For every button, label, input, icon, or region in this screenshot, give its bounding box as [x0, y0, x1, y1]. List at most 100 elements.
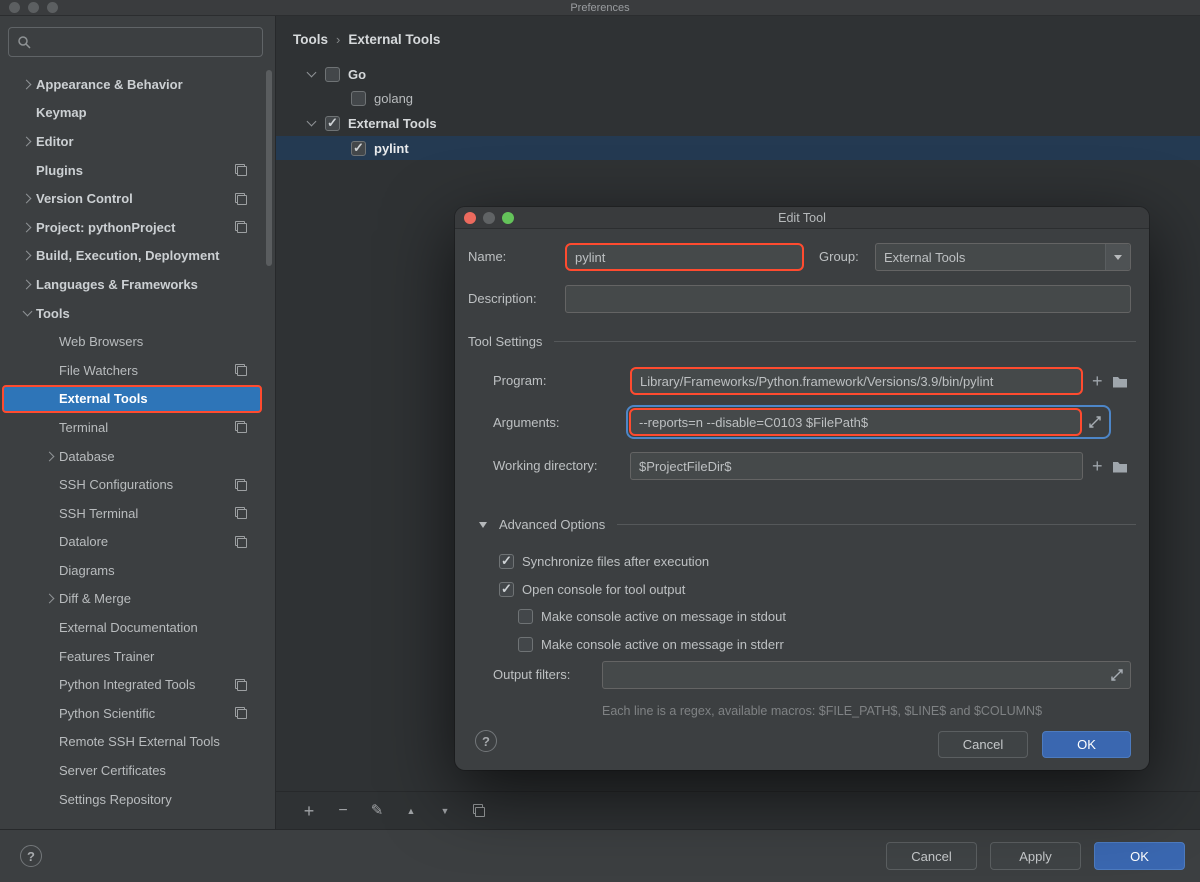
- copy-icon[interactable]: [472, 804, 486, 817]
- tree-row-label: pylint: [374, 140, 409, 156]
- close-icon[interactable]: [9, 2, 20, 13]
- checkbox[interactable]: [351, 140, 366, 156]
- checkbox[interactable]: [518, 608, 533, 624]
- output-filters-hint: Each line is a regex, available macros: …: [602, 704, 1043, 718]
- option-open-console-for-tool-output[interactable]: Open console for tool output: [499, 579, 685, 599]
- sidebar-item-diagrams[interactable]: Diagrams: [2, 556, 262, 585]
- sidebar-item-python-scientific[interactable]: Python Scientific: [2, 699, 262, 728]
- help-button[interactable]: ?: [20, 845, 42, 867]
- cancel-button[interactable]: Cancel: [886, 842, 977, 870]
- advanced-options-section[interactable]: Advanced Options: [479, 517, 1136, 532]
- edit-icon[interactable]: ✎: [370, 803, 384, 818]
- chevron-right-icon[interactable]: [18, 192, 36, 206]
- insert-macro-icon[interactable]: +: [1092, 457, 1103, 475]
- sidebar-item-server-certificates[interactable]: Server Certificates: [2, 756, 262, 785]
- working-directory-input[interactable]: [630, 452, 1083, 480]
- dialog-cancel-button[interactable]: Cancel: [938, 731, 1028, 758]
- sidebar-item-project-pythonproject[interactable]: Project: pythonProject: [2, 213, 262, 242]
- tree-row-external-tools[interactable]: External Tools: [276, 111, 1200, 136]
- sidebar-nav: Appearance & Behavior Keymap Editor Plugins…: [0, 70, 275, 813]
- settings-search-input[interactable]: [8, 27, 263, 57]
- option-make-console-active-on-message-in-stdout[interactable]: Make console active on message in stdout: [518, 606, 786, 626]
- checkbox[interactable]: [499, 553, 514, 569]
- chevron-down-icon[interactable]: [302, 67, 320, 81]
- ok-button[interactable]: OK: [1094, 842, 1185, 870]
- sidebar-scrollbar[interactable]: [266, 70, 272, 266]
- chevron-right-icon[interactable]: [18, 220, 36, 234]
- sidebar-item-python-integrated-tools[interactable]: Python Integrated Tools: [2, 670, 262, 699]
- remove-icon[interactable]: −: [336, 802, 350, 818]
- dialog-help-button[interactable]: ?: [475, 730, 497, 752]
- option-label: Synchronize files after execution: [522, 553, 710, 569]
- chevron-right-icon[interactable]: [18, 77, 36, 91]
- apply-button[interactable]: Apply: [990, 842, 1081, 870]
- sidebar-item-appearance-behavior[interactable]: Appearance & Behavior: [2, 70, 262, 99]
- program-input[interactable]: [630, 367, 1083, 395]
- sidebar-item-build-execution-deployment[interactable]: Build, Execution, Deployment: [2, 242, 262, 271]
- zoom-icon[interactable]: [47, 2, 58, 13]
- sidebar-item-datalore[interactable]: Datalore: [2, 528, 262, 557]
- chevron-down-icon[interactable]: [18, 306, 36, 320]
- move-up-icon[interactable]: ▲: [404, 804, 418, 818]
- sidebar-item-keymap[interactable]: Keymap: [2, 99, 262, 128]
- breadcrumb-external-tools[interactable]: External Tools: [348, 32, 440, 47]
- chevron-down-icon[interactable]: [1105, 244, 1130, 270]
- chevron-right-icon[interactable]: [41, 592, 59, 606]
- expand-output-filters-icon[interactable]: [1110, 668, 1124, 682]
- sidebar-item-ssh-configurations[interactable]: SSH Configurations: [2, 470, 262, 499]
- sidebar-item-features-trainer[interactable]: Features Trainer: [2, 642, 262, 671]
- sidebar-item-external-tools[interactable]: External Tools: [2, 384, 262, 414]
- checkbox[interactable]: [325, 66, 340, 82]
- sidebar-item-label: Languages & Frameworks: [36, 276, 198, 292]
- checkbox[interactable]: [499, 581, 514, 597]
- option-synchronize-files-after-execution[interactable]: Synchronize files after execution: [499, 551, 709, 571]
- browse-folder-icon[interactable]: [1112, 375, 1128, 388]
- sidebar-item-settings-repository[interactable]: Settings Repository: [2, 785, 262, 814]
- chevron-right-icon[interactable]: [18, 249, 36, 263]
- sidebar-item-web-browsers[interactable]: Web Browsers: [2, 327, 262, 356]
- sidebar-item-terminal[interactable]: Terminal: [2, 413, 262, 442]
- dialog-close-icon[interactable]: [464, 211, 476, 224]
- sidebar-item-diff-merge[interactable]: Diff & Merge: [2, 585, 262, 614]
- sidebar-item-version-control[interactable]: Version Control: [2, 184, 262, 213]
- dialog-ok-button[interactable]: OK: [1042, 731, 1131, 758]
- sidebar-item-editor[interactable]: Editor: [2, 127, 262, 156]
- output-filters-input[interactable]: [602, 661, 1131, 689]
- sidebar-item-tools[interactable]: Tools: [2, 299, 262, 328]
- tree-row-go[interactable]: Go: [276, 62, 1200, 87]
- minimize-icon[interactable]: [28, 2, 39, 13]
- tree-row-pylint[interactable]: pylint: [276, 135, 1200, 161]
- sidebar-item-ssh-terminal[interactable]: SSH Terminal: [2, 499, 262, 528]
- dialog-zoom-icon[interactable]: [502, 211, 514, 224]
- group-select[interactable]: External Tools: [875, 243, 1131, 271]
- arguments-input[interactable]: [629, 408, 1082, 436]
- expand-arguments-icon[interactable]: [1082, 415, 1108, 429]
- description-input[interactable]: [565, 285, 1131, 313]
- move-down-icon[interactable]: ▼: [438, 804, 452, 818]
- checkbox[interactable]: [351, 91, 366, 107]
- checkbox[interactable]: [325, 115, 340, 131]
- sidebar-item-remote-ssh-external-tools[interactable]: Remote SSH External Tools: [2, 728, 262, 757]
- chevron-right-icon[interactable]: [41, 449, 59, 463]
- sidebar-item-plugins[interactable]: Plugins: [2, 156, 262, 185]
- add-icon[interactable]: +: [302, 802, 316, 820]
- dialog-minimize-icon[interactable]: [483, 211, 495, 224]
- sidebar-item-database[interactable]: Database: [2, 442, 262, 471]
- insert-macro-icon[interactable]: +: [1092, 372, 1103, 390]
- breadcrumb-tools[interactable]: Tools: [293, 32, 328, 47]
- sidebar-item-file-watchers[interactable]: File Watchers: [2, 356, 262, 385]
- arguments-label: Arguments:: [493, 415, 560, 430]
- checkbox[interactable]: [518, 636, 533, 652]
- sidebar-item-external-documentation[interactable]: External Documentation: [2, 613, 262, 642]
- chevron-right-icon[interactable]: [18, 134, 36, 148]
- sidebar-item-languages-frameworks[interactable]: Languages & Frameworks: [2, 270, 262, 299]
- option-make-console-active-on-message-in-stderr[interactable]: Make console active on message in stderr: [518, 634, 784, 654]
- chevron-down-icon[interactable]: [302, 116, 320, 130]
- shared-settings-icon: [235, 507, 247, 520]
- chevron-right-icon[interactable]: [18, 277, 36, 291]
- browse-folder-icon[interactable]: [1112, 460, 1128, 473]
- collapse-triangle-icon[interactable]: [479, 521, 487, 528]
- tree-row-golang[interactable]: golang: [276, 87, 1200, 112]
- name-input[interactable]: [565, 243, 804, 271]
